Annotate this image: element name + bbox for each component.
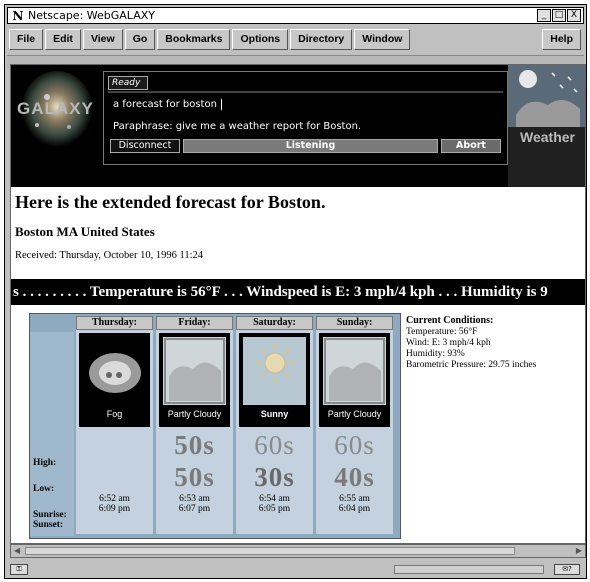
current-conditions: Current Conditions: Temperature: 56°F Wi… — [406, 315, 536, 371]
sunrise-time: 6:52 am — [99, 494, 130, 504]
location-heading: Boston MA United States — [15, 224, 155, 239]
content-viewport: GALAXY Ready a forecast for boston Parap… — [10, 64, 586, 544]
row-label-column: High: Low: Sunrise: Sunset: — [30, 332, 74, 536]
title-bar[interactable]: N Netscape: WebGALAXY _ □ X — [7, 7, 584, 24]
day-column-sunday: Sunday: Partly Cloudy 60s 40s 6:55 am 6:… — [316, 316, 393, 534]
sunrise-time: 6:55 am — [339, 494, 370, 504]
sunrise-time: 6:53 am — [179, 494, 210, 504]
minimize-button[interactable]: _ — [537, 9, 551, 22]
netscape-logo-icon: N — [12, 8, 24, 23]
menu-view[interactable]: View — [82, 29, 123, 50]
received-timestamp: Received: Thursday, October 10, 1996 11:… — [15, 250, 203, 261]
high-label: High: — [33, 458, 57, 468]
partly-cloudy-icon — [323, 337, 386, 405]
menu-edit[interactable]: Edit — [45, 29, 81, 50]
scroll-thumb[interactable] — [25, 547, 515, 555]
sunset-time: 6:09 pm — [98, 504, 131, 514]
high-temp: 50s — [174, 430, 215, 460]
day-header: Sunday: — [316, 316, 393, 330]
low-temp: 50s — [174, 462, 215, 492]
listening-indicator[interactable]: Listening — [183, 139, 438, 153]
condition-panel: Fog — [79, 333, 150, 427]
day-column-saturday: Saturday: Sunny 60s 30s 6:54 am 6:05 pm — [236, 316, 313, 534]
condition-panel: Partly Cloudy — [159, 333, 230, 427]
status-strip — [108, 91, 503, 93]
scroll-right-arrow-icon[interactable]: ▶ — [574, 546, 584, 556]
status-label: Ready — [108, 76, 148, 90]
menu-go[interactable]: Go — [124, 29, 156, 50]
menu-bar: File Edit View Go Bookmarks Options Dire… — [7, 26, 584, 53]
maximize-button[interactable]: □ — [552, 9, 566, 22]
paraphrase-text: Paraphrase: give me a weather report for… — [113, 121, 362, 132]
condition-label: Partly Cloudy — [327, 409, 382, 419]
query-field[interactable]: a forecast for boston — [108, 96, 503, 114]
low-temp: 30s — [254, 462, 295, 492]
forecast-table: High: Low: Sunrise: Sunset: Thursday: Fo… — [29, 313, 401, 539]
menu-directory[interactable]: Directory — [290, 29, 353, 50]
condition-label: Partly Cloudy — [167, 409, 222, 419]
sunset-time: 6:05 pm — [258, 504, 291, 514]
query-text: a forecast for boston — [113, 99, 217, 110]
weather-domain-tile[interactable]: Weather — [508, 65, 585, 187]
galaxy-banner: GALAXY Ready a forecast for boston Parap… — [11, 65, 585, 187]
day-column-friday: Friday: Partly Cloudy 50s 50s 6:53 am 6:… — [156, 316, 233, 534]
condition-panel: Sunny — [239, 333, 310, 427]
progress-bar — [394, 565, 544, 574]
sunny-icon — [243, 337, 306, 405]
high-temp: 60s — [334, 430, 375, 460]
sunset-label: Sunset: — [33, 520, 64, 530]
current-humidity: Humidity: 93% — [406, 349, 465, 359]
current-wind: Wind: E: 3 mph/4 kph — [406, 338, 491, 348]
day-column-thursday: Thursday: Fog 6:52 am 6:09 pm — [76, 316, 153, 534]
day-header: Friday: — [156, 316, 233, 330]
partly-cloudy-icon — [163, 337, 226, 405]
sunset-time: 6:04 pm — [338, 504, 371, 514]
sunrise-time: 6:54 am — [259, 494, 290, 504]
menu-help[interactable]: Help — [542, 29, 581, 50]
day-header: Thursday: — [76, 316, 153, 330]
status-bar: ⚿ ✉? — [6, 562, 584, 577]
menu-options[interactable]: Options — [232, 29, 289, 50]
current-temperature: Temperature: 56°F — [406, 327, 478, 337]
menu-bookmarks[interactable]: Bookmarks — [157, 29, 231, 50]
condition-label: Fog — [106, 409, 123, 419]
low-temp: 40s — [334, 462, 375, 492]
fog-icon — [83, 337, 146, 405]
horizontal-scrollbar[interactable]: ◀ ▶ — [10, 544, 586, 558]
sunset-time: 6:07 pm — [178, 504, 211, 514]
galaxy-logo-text: GALAXY — [17, 99, 94, 118]
abort-button[interactable]: Abort — [441, 139, 501, 153]
low-label: Low: — [33, 484, 55, 494]
current-pressure: Barometric Pressure: 29.75 inches — [406, 360, 537, 370]
sunrise-label: Sunrise: — [33, 510, 67, 520]
security-key-icon[interactable]: ⚿ — [10, 564, 28, 575]
condition-panel: Partly Cloudy — [319, 333, 390, 427]
window-title: Netscape: WebGALAXY — [28, 9, 155, 22]
high-temp: 60s — [254, 430, 295, 460]
scrolling-marquee: s . . . . . . . . . Temperature is 56°F … — [11, 279, 585, 305]
galaxy-control-panel: Ready a forecast for boston Paraphrase: … — [103, 71, 508, 165]
text-cursor — [220, 98, 222, 110]
close-button[interactable]: X — [567, 9, 581, 22]
day-header: Saturday: — [236, 316, 313, 330]
weather-tile-icon — [508, 65, 585, 127]
current-conditions-title: Current Conditions: — [406, 315, 494, 326]
scroll-left-arrow-icon[interactable]: ◀ — [12, 546, 22, 556]
page-headline: Here is the extended forecast for Boston… — [15, 192, 326, 212]
mail-icon[interactable]: ✉? — [554, 564, 580, 575]
menu-file[interactable]: File — [9, 29, 44, 50]
condition-label: Sunny — [260, 409, 289, 419]
disconnect-button[interactable]: Disconnect — [110, 139, 180, 153]
weather-tile-label: Weather — [520, 129, 575, 145]
menu-window[interactable]: Window — [354, 29, 411, 50]
